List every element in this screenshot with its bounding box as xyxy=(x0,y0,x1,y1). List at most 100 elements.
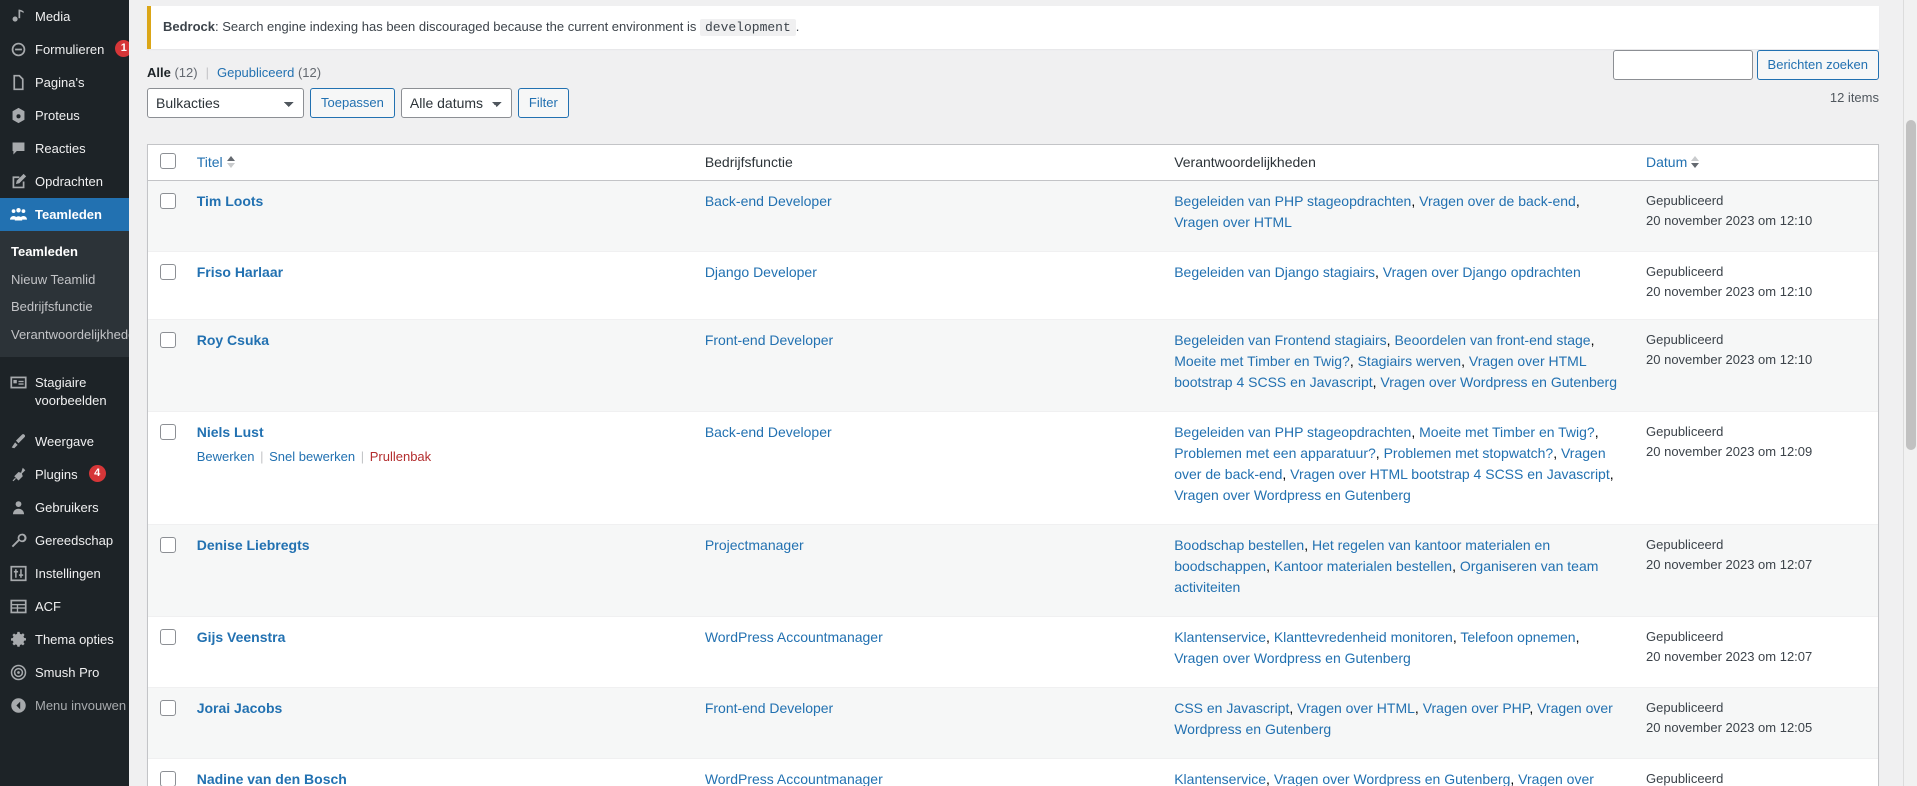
view-published[interactable]: Gepubliceerd (12) xyxy=(217,65,321,80)
row-title-link[interactable]: Niels Lust xyxy=(197,424,264,440)
verantwoordelijkheid-link[interactable]: Klanttevredenheid monitoren xyxy=(1274,629,1453,645)
row-select-checkbox[interactable] xyxy=(160,771,176,786)
verantwoordelijkheid-link[interactable]: Vragen over Wordpress en Gutenberg xyxy=(1174,650,1411,666)
submenu-item-verantwoordelijkheden[interactable]: Verantwoordelijkheden xyxy=(0,321,129,349)
verantwoordelijkheid-link[interactable]: Vragen over Wordpress en Gutenberg xyxy=(1380,374,1617,390)
sidebar-item-collapse-menu[interactable]: Menu invouwen xyxy=(0,689,129,722)
verantwoordelijkheid-link[interactable]: Kantoor materialen bestellen xyxy=(1274,558,1452,574)
verantwoordelijkheid-link[interactable]: Vragen over Django opdrachten xyxy=(1383,264,1581,280)
row-select-checkbox[interactable] xyxy=(160,424,176,441)
row-select-checkbox[interactable] xyxy=(160,629,176,646)
row-title-link[interactable]: Gijs Veenstra xyxy=(197,629,286,645)
table-row: Jorai Jacobs Front-end Developer CSS en Ja… xyxy=(148,687,1878,759)
view-all[interactable]: Alle (12) xyxy=(147,65,198,80)
bedrijfsfunctie-link[interactable]: WordPress Accountmanager xyxy=(705,629,883,645)
sort-by-date-link[interactable]: Datum xyxy=(1646,153,1700,173)
row-select-checkbox[interactable] xyxy=(160,700,176,717)
row-status: Gepubliceerd xyxy=(1646,700,1724,716)
sidebar-item-opdrachten[interactable]: Opdrachten xyxy=(0,165,129,198)
view-published-label[interactable]: Gepubliceerd xyxy=(217,65,294,80)
row-title-link[interactable]: Roy Csuka xyxy=(197,332,269,348)
media-icon xyxy=(9,7,28,26)
bulk-action-select[interactable]: Bulkacties xyxy=(147,87,304,118)
row-select-checkbox[interactable] xyxy=(160,537,176,554)
bedrijfsfunctie-link[interactable]: Front-end Developer xyxy=(705,332,833,348)
row-select-checkbox[interactable] xyxy=(160,193,176,210)
sidebar-item-plugins[interactable]: Plugins 4 xyxy=(0,458,129,491)
sidebar-item-instellingen[interactable]: Instellingen xyxy=(0,557,129,590)
row-title-link[interactable]: Denise Liebregts xyxy=(197,537,310,553)
row-action-edit[interactable]: Bewerken xyxy=(197,449,255,464)
apply-bulk-action-button[interactable]: Toepassen xyxy=(310,87,395,118)
bedrijfsfunctie-link[interactable]: Front-end Developer xyxy=(705,700,833,716)
search-input[interactable] xyxy=(1612,49,1753,80)
verantwoordelijkheid-link[interactable]: Vragen over HTML bootstrap 4 SCSS en Jav… xyxy=(1290,466,1610,482)
verantwoordelijkheid-link[interactable]: Vragen over PHP xyxy=(1423,700,1530,716)
submenu-item-teamleden[interactable]: Teamleden xyxy=(0,238,129,266)
sidebar-item-smush-pro[interactable]: Smush Pro xyxy=(0,656,129,689)
verantwoordelijkheid-link[interactable]: CSS en Javascript xyxy=(1174,700,1289,716)
bedrijfsfunctie-link[interactable]: WordPress Accountmanager xyxy=(705,771,883,786)
verantwoordelijkheid-link[interactable]: Telefoon opnemen xyxy=(1460,629,1575,645)
sliders-icon xyxy=(9,564,28,583)
sidebar-item-proteus[interactable]: Proteus xyxy=(0,99,129,132)
sidebar-item-media[interactable]: Media xyxy=(0,0,129,33)
page-scrollbar[interactable] xyxy=(1903,0,1917,786)
verantwoordelijkheid-link[interactable]: Moeite met Timber en Twig? xyxy=(1419,424,1595,440)
grid-table-icon xyxy=(9,597,28,616)
verantwoordelijkheid-link[interactable]: Beoordelen van front-end stage xyxy=(1394,332,1590,348)
submenu-item-bedrijfsfunctie[interactable]: Bedrijfsfunctie xyxy=(0,293,129,321)
verantwoordelijkheid-link[interactable]: Begeleiden van Frontend stagiairs xyxy=(1174,332,1386,348)
verantwoordelijkheid-link[interactable]: Vragen over HTML xyxy=(1174,214,1292,230)
filter-button[interactable]: Filter xyxy=(517,87,569,118)
verantwoordelijkheid-link[interactable]: Vragen over Wordpress en Gutenberg xyxy=(1174,487,1411,503)
sidebar-item-gebruikers[interactable]: Gebruikers xyxy=(0,491,129,524)
sidebar-item-gereedschap[interactable]: Gereedschap xyxy=(0,524,129,557)
bedrijfsfunctie-link[interactable]: Back-end Developer xyxy=(705,424,832,440)
verantwoordelijkheid-link[interactable]: Vragen over HTML xyxy=(1297,700,1415,716)
scrollbar-thumb[interactable] xyxy=(1906,120,1916,450)
verantwoordelijkheid-link[interactable]: Begeleiden van PHP stageopdrachten xyxy=(1174,193,1411,209)
row-select-checkbox[interactable] xyxy=(160,264,176,281)
verantwoordelijkheid-link[interactable]: Begeleiden van PHP stageopdrachten xyxy=(1174,424,1411,440)
verantwoordelijkheid-link[interactable]: Moeite met Timber en Twig? xyxy=(1174,353,1350,369)
select-all-checkbox[interactable] xyxy=(160,152,176,169)
verantwoordelijkheid-link[interactable]: Klantenservice xyxy=(1174,771,1266,786)
verantwoordelijkheid-link[interactable]: Problemen met stopwatch? xyxy=(1384,445,1554,461)
sidebar-item-acf[interactable]: ACF xyxy=(0,590,129,623)
row-select-checkbox[interactable] xyxy=(160,332,176,349)
sidebar-item-formulieren[interactable]: Formulieren 1 xyxy=(0,33,129,66)
sidebar-item-stagiaire-voorbeelden[interactable]: Stagiaire voorbeelden xyxy=(0,366,129,416)
sidebar-item-reacties[interactable]: Reacties xyxy=(0,132,129,165)
search-submit-button[interactable]: Berichten zoeken xyxy=(1756,49,1879,80)
verantwoordelijkheid-link[interactable]: Klantenservice xyxy=(1174,629,1266,645)
verantwoordelijkheid-link[interactable]: Vragen over Wordpress en Gutenberg xyxy=(1274,771,1511,786)
verantwoordelijkheid-link[interactable]: Boodschap bestellen xyxy=(1174,537,1304,553)
verantwoordelijkheid-link[interactable]: Begeleiden van Django stagiairs xyxy=(1174,264,1375,280)
sidebar-item-paginas[interactable]: Pagina's xyxy=(0,66,129,99)
row-verantwoordelijkheden-cell: Boodschap bestellen, Het regelen van kan… xyxy=(1164,524,1637,617)
bedrijfsfunctie-link[interactable]: Projectmanager xyxy=(705,537,804,553)
row-title-cell: Gijs Veenstra xyxy=(186,616,695,687)
user-icon xyxy=(9,498,28,517)
row-action-trash[interactable]: Prullenbak xyxy=(370,449,431,464)
row-title-link[interactable]: Nadine van den Bosch xyxy=(197,771,347,786)
row-date: 20 november 2023 om 12:05 xyxy=(1646,719,1813,735)
row-select-cell xyxy=(148,181,187,252)
sidebar-item-weergave[interactable]: Weergave xyxy=(0,425,129,458)
row-title-link[interactable]: Jorai Jacobs xyxy=(197,700,283,716)
row-title-cell: Tim Loots xyxy=(186,181,695,252)
verantwoordelijkheid-link[interactable]: Stagiairs werven xyxy=(1358,353,1462,369)
date-filter-select[interactable]: Alle datums xyxy=(400,87,512,118)
verantwoordelijkheid-link[interactable]: Vragen over de back-end xyxy=(1419,193,1576,209)
sidebar-item-teamleden[interactable]: Teamleden xyxy=(0,198,129,231)
submenu-item-nieuw-teamlid[interactable]: Nieuw Teamlid xyxy=(0,266,129,294)
row-title-link[interactable]: Friso Harlaar xyxy=(197,264,283,280)
row-title-link[interactable]: Tim Loots xyxy=(197,193,264,209)
row-action-quick-edit[interactable]: Snel bewerken xyxy=(269,449,355,464)
bedrijfsfunctie-link[interactable]: Django Developer xyxy=(705,264,817,280)
sidebar-item-thema-opties[interactable]: Thema opties xyxy=(0,623,129,656)
sort-by-title-link[interactable]: Titel xyxy=(197,153,235,173)
bedrijfsfunctie-link[interactable]: Back-end Developer xyxy=(705,193,832,209)
verantwoordelijkheid-link[interactable]: Problemen met een apparatuur? xyxy=(1174,445,1376,461)
